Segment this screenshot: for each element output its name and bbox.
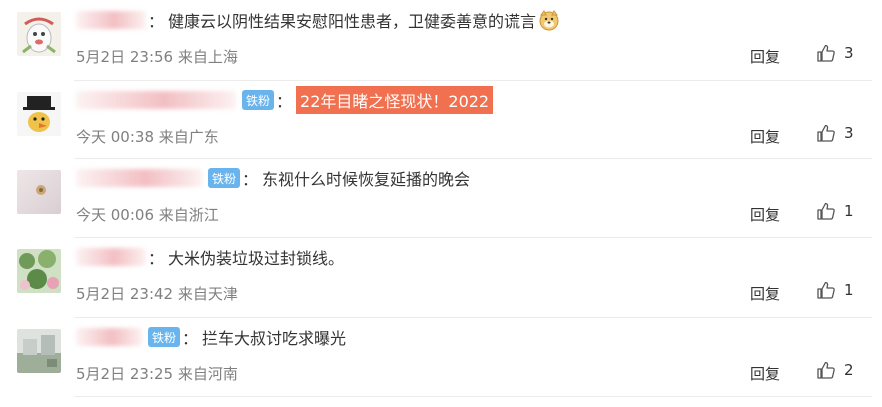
reply-button[interactable]: 回复 [750, 283, 780, 304]
like-count: 3 [844, 44, 854, 62]
reply-button[interactable]: 回复 [750, 363, 780, 384]
comment-time: 5月2日 23:56 [76, 48, 174, 66]
username-blurred[interactable] [76, 248, 146, 266]
fan-badge: 铁粉 [208, 168, 241, 188]
comment-list: ： 健康云以阴性结果安慰阳性患者，卫健委善意的谎言 5月2日 23:56 来自上… [0, 0, 882, 407]
avatar[interactable] [17, 92, 61, 136]
comment-item: 铁粉 ： 东视什么时候恢复延播的晚会 今天 00:06 来自浙江 回复 1 [0, 158, 882, 238]
comment-meta: 5月2日 23:56 来自上海 [76, 46, 238, 67]
comment-item: ： 健康云以阴性结果安慰阳性患者，卫健委善意的谎言 5月2日 23:56 来自上… [0, 0, 882, 80]
comment-time: 今天 00:06 [76, 206, 154, 224]
comment-line: ： 健康云以阴性结果安慰阳性患者，卫健委善意的谎言 [76, 8, 560, 32]
thumbs-up-icon [817, 124, 835, 142]
comment-location: 来自河南 [177, 365, 238, 383]
avatar[interactable] [17, 329, 61, 373]
thumbs-up-icon [817, 202, 835, 220]
comment-text: 健康云以阴性结果安慰阳性患者，卫健委善意的谎言 [168, 12, 537, 31]
comment-item: 铁粉 ： 22年目睹之怪现状！2022 今天 00:38 来自广东 回复 3 [0, 80, 882, 160]
avatar[interactable] [17, 170, 61, 214]
comment-item: ： 大米伪装垃圾过封锁线。 5月2日 23:42 来自天津 回复 1 [0, 237, 882, 317]
comment-line: 铁粉 ： 东视什么时候恢复延播的晚会 [76, 166, 470, 190]
avatar[interactable] [17, 12, 61, 56]
fan-badge: 铁粉 [242, 90, 275, 110]
like-count: 2 [844, 361, 854, 379]
comment-text: 大米伪装垃圾过封锁线。 [168, 249, 345, 268]
username-blurred[interactable] [76, 328, 142, 346]
comment-location: 来自天津 [177, 285, 238, 303]
divider [74, 396, 872, 397]
username-blurred[interactable] [76, 91, 236, 109]
like-button[interactable]: 2 [816, 360, 854, 380]
comment-time: 5月2日 23:25 [76, 365, 174, 383]
doge-icon [538, 9, 560, 31]
like-button[interactable]: 3 [816, 123, 854, 143]
comment-line: 铁粉 ： 拦车大叔讨吃求曝光 [76, 325, 346, 349]
thumbs-up-icon [817, 361, 835, 379]
username-blurred[interactable] [76, 11, 146, 29]
comment-meta: 今天 00:38 来自广东 [76, 126, 219, 147]
comment-meta: 5月2日 23:25 来自河南 [76, 363, 238, 384]
comment-line: 铁粉 ： 22年目睹之怪现状！2022 [76, 86, 494, 114]
comment-meta: 5月2日 23:42 来自天津 [76, 283, 238, 304]
comment-time: 今天 00:38 [76, 128, 154, 146]
fan-badge: 铁粉 [148, 327, 181, 347]
like-button[interactable]: 1 [816, 280, 854, 300]
reply-button[interactable]: 回复 [750, 204, 780, 225]
comment-meta: 今天 00:06 来自浙江 [76, 204, 219, 225]
comment-item: 铁粉 ： 拦车大叔讨吃求曝光 5月2日 23:25 来自河南 回复 2 [0, 317, 882, 397]
comment-text: 22年目睹之怪现状！2022 [296, 86, 494, 114]
thumbs-up-icon [817, 44, 835, 62]
username-blurred[interactable] [76, 169, 202, 187]
reply-button[interactable]: 回复 [750, 126, 780, 147]
comment-location: 来自浙江 [158, 206, 219, 224]
comment-time: 5月2日 23:42 [76, 285, 174, 303]
like-button[interactable]: 1 [816, 201, 854, 221]
comment-text: 拦车大叔讨吃求曝光 [202, 329, 347, 348]
reply-button[interactable]: 回复 [750, 46, 780, 67]
thumbs-up-icon [817, 281, 835, 299]
avatar[interactable] [17, 249, 61, 293]
like-count: 3 [844, 124, 854, 142]
like-count: 1 [844, 202, 854, 220]
comment-text: 东视什么时候恢复延播的晚会 [262, 170, 471, 189]
like-button[interactable]: 3 [816, 43, 854, 63]
comment-line: ： 大米伪装垃圾过封锁线。 [76, 245, 344, 269]
comment-location: 来自广东 [158, 128, 219, 146]
like-count: 1 [844, 281, 854, 299]
comment-location: 来自上海 [177, 48, 238, 66]
